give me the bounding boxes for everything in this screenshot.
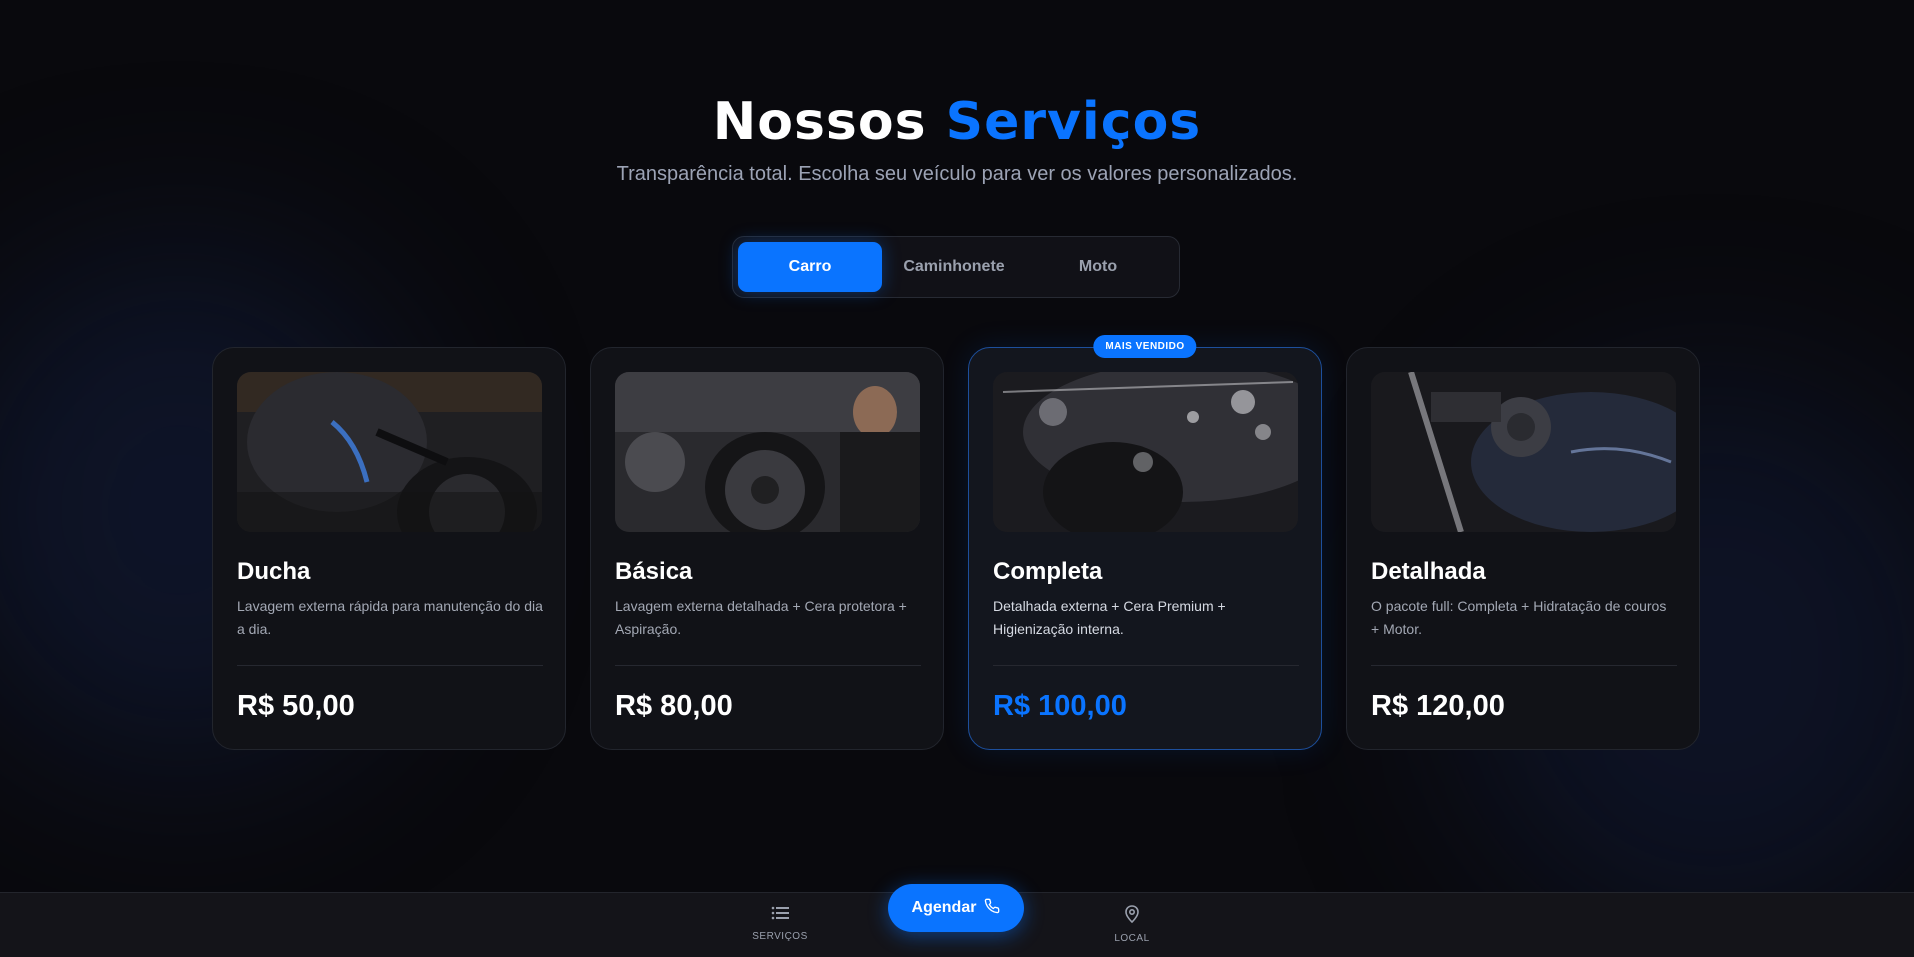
tab-caminhonete[interactable]: Caminhonete [882,242,1026,292]
service-price: R$ 120,00 [1371,690,1505,722]
tab-moto[interactable]: Moto [1026,242,1170,292]
service-description: Lavagem externa detalhada + Cera proteto… [615,598,907,637]
service-card-completa[interactable]: MAIS VENDIDO Completa Detalhada externa … [968,335,1322,750]
service-description: O pacote full: Completa + Hidratação de … [1371,598,1667,637]
service-cards: Ducha Lavagem externa rápida para manute… [212,335,1702,750]
nav-services[interactable]: SERVIÇOS [725,905,835,942]
service-price: R$ 50,00 [237,690,355,722]
card-divider [237,665,543,666]
best-seller-badge: MAIS VENDIDO [1093,335,1197,358]
vehicle-tabs: Carro Caminhonete Moto [732,236,1180,298]
service-price: R$ 100,00 [993,690,1127,722]
service-description: Detalhada externa + Cera Premium + Higie… [993,598,1226,637]
service-image-basica [615,372,920,532]
nav-services-label: SERVIÇOS [752,931,808,942]
service-title: Ducha [237,558,311,585]
title-part-1: Nossos [712,92,927,152]
service-title: Básica [615,558,693,585]
schedule-button[interactable]: Agendar [888,884,1024,932]
map-pin-icon [1124,905,1140,928]
page-subtitle: Transparência total. Escolha seu veículo… [616,163,1298,185]
schedule-button-label: Agendar [911,899,977,916]
service-price: R$ 80,00 [615,690,733,722]
tab-carro[interactable]: Carro [738,242,882,292]
service-title: Detalhada [1371,558,1486,585]
list-icon [771,905,789,926]
service-image-completa [993,372,1298,532]
service-card-basica[interactable]: Básica Lavagem externa detalhada + Cera … [590,347,944,750]
card-divider [993,665,1299,666]
service-image-detalhada [1371,372,1676,532]
service-card-ducha[interactable]: Ducha Lavagem externa rápida para manute… [212,347,566,750]
title-part-2: Serviços [945,92,1202,152]
services-section: Nossos Serviços Transparência total. Esc… [0,0,1914,892]
page-title: Nossos Serviços [0,92,1914,152]
service-card-detalhada[interactable]: Detalhada O pacote full: Completa + Hidr… [1346,347,1700,750]
service-title: Completa [993,558,1103,585]
phone-icon [976,898,1000,919]
card-divider [615,665,921,666]
nav-location[interactable]: LOCAL [1077,905,1187,944]
service-image-ducha [237,372,542,532]
service-description: Lavagem externa rápida para manutenção d… [237,598,543,637]
card-divider [1371,665,1677,666]
nav-location-label: LOCAL [1114,933,1150,944]
